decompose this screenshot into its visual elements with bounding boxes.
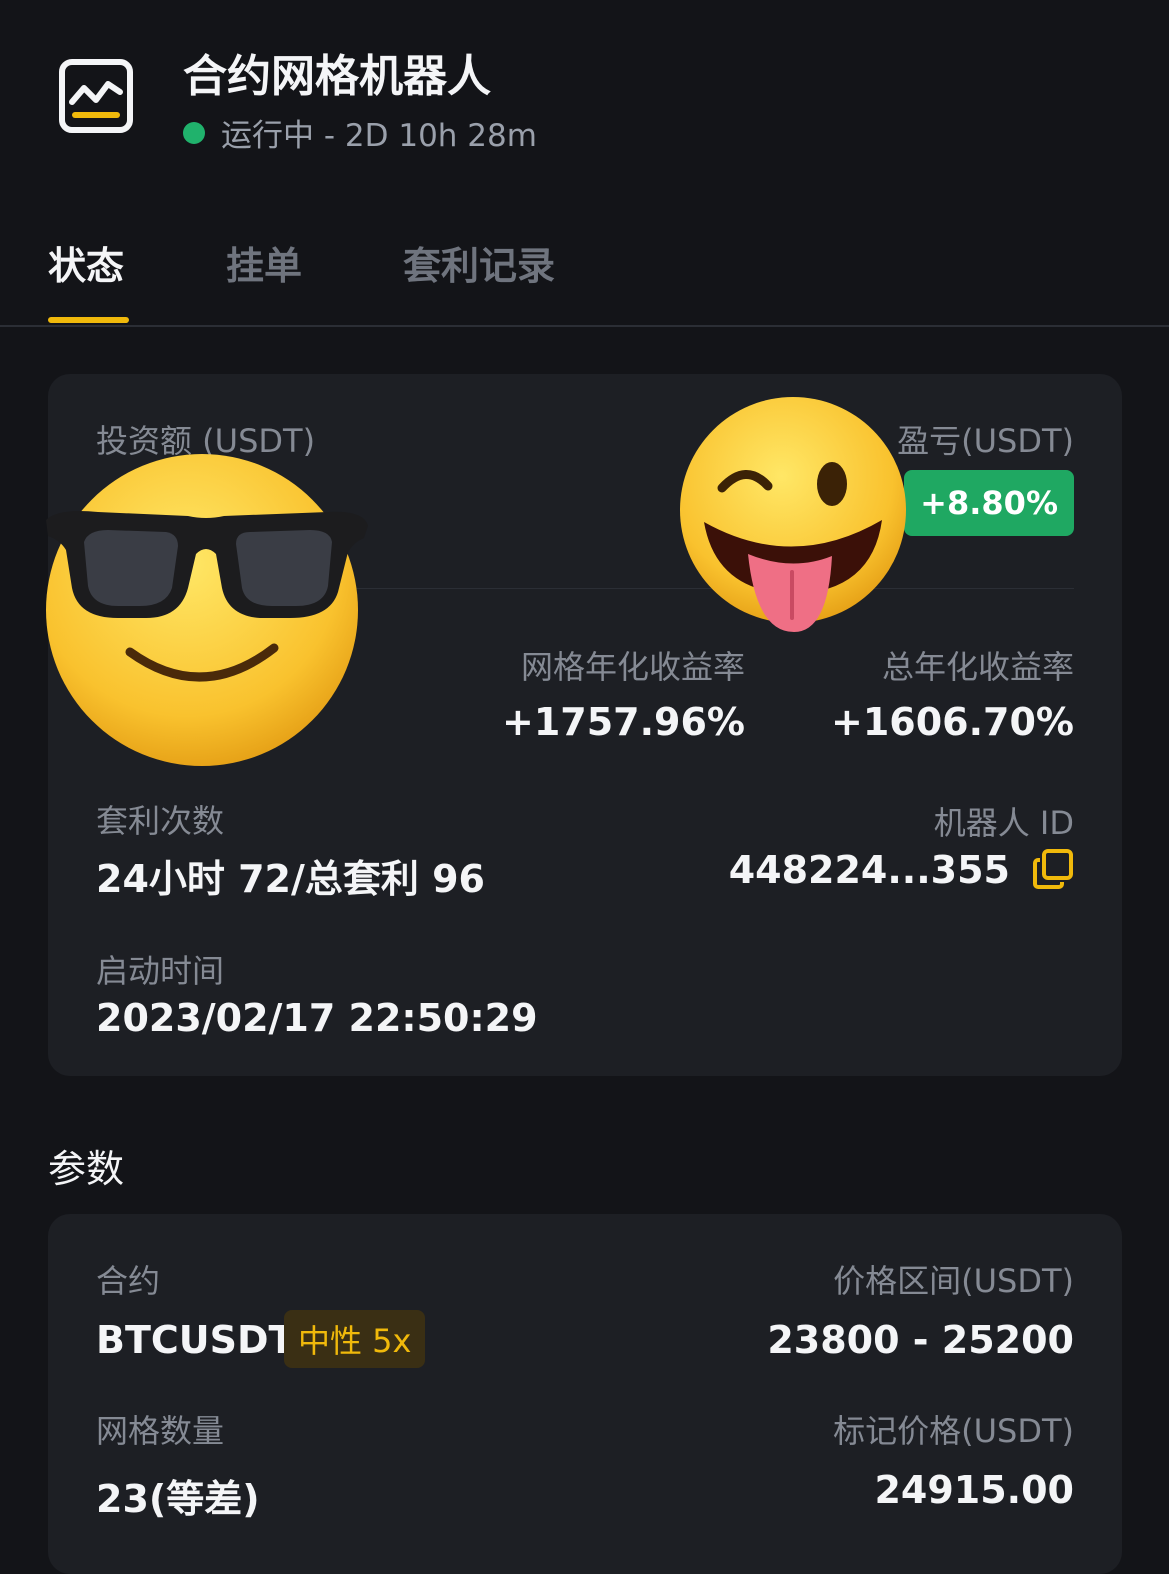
running-dot-icon: [183, 121, 205, 144]
grid-bot-icon: [59, 59, 133, 133]
contract-mode-tag: 中性 5x: [284, 1310, 426, 1368]
contract-value: BTCUSDT: [96, 1318, 295, 1362]
tab-status[interactable]: 状态: [48, 235, 124, 290]
copy-icon[interactable]: [1032, 848, 1074, 890]
start-time-label: 启动时间: [96, 952, 225, 990]
arbitrage-count-value: 24小时 72/总套利 96: [96, 857, 485, 901]
header: 合约网格机器人 运行中 - 2D 10h 28m: [0, 0, 1169, 200]
mark-price-label: 标记价格(USDT): [833, 1412, 1074, 1450]
mark-price-value: 24915.00: [874, 1468, 1074, 1512]
total-apy-label: 总年化收益率: [881, 648, 1074, 686]
page-title: 合约网格机器人: [183, 51, 491, 102]
params-card: 合约 BTCUSDT 中性 5x 价格区间(USDT) 23800 - 2520…: [48, 1214, 1122, 1574]
total-apy-value: +1606.70%: [831, 700, 1074, 744]
active-tab-indicator: [48, 317, 129, 323]
grid-count-value: 23(等差): [96, 1477, 260, 1521]
tab-orders[interactable]: 挂单: [226, 235, 302, 290]
grid-apy-value: +1757.96%: [502, 700, 745, 744]
robot-id-value: 448224...355: [728, 848, 1010, 892]
pnl-label: 盈亏(USDT): [897, 422, 1074, 460]
contract-label: 合约: [96, 1262, 161, 1300]
arbitrage-count-label: 套利次数: [96, 802, 225, 840]
robot-id-label: 机器人 ID: [933, 804, 1074, 842]
price-range-value: 23800 - 25200: [767, 1318, 1074, 1362]
price-range-label: 价格区间(USDT): [833, 1262, 1074, 1300]
running-status: 运行中 - 2D 10h 28m: [183, 110, 537, 155]
params-section-title: 参数: [48, 1147, 125, 1191]
tab-arbitrage-records[interactable]: 套利记录: [403, 235, 555, 290]
running-status-text: 运行中 - 2D 10h 28m: [221, 118, 537, 154]
grid-apy-label: 网格年化收益率: [520, 648, 745, 686]
grid-count-label: 网格数量: [96, 1412, 225, 1450]
winking-tongue-emoji: [680, 397, 906, 632]
tab-bar: 状态 挂单 套利记录: [0, 215, 1169, 327]
pnl-percent-badge: +8.80%: [904, 470, 1074, 536]
start-time-value: 2023/02/17 22:50:29: [96, 996, 538, 1040]
sunglasses-emoji: [46, 454, 368, 766]
